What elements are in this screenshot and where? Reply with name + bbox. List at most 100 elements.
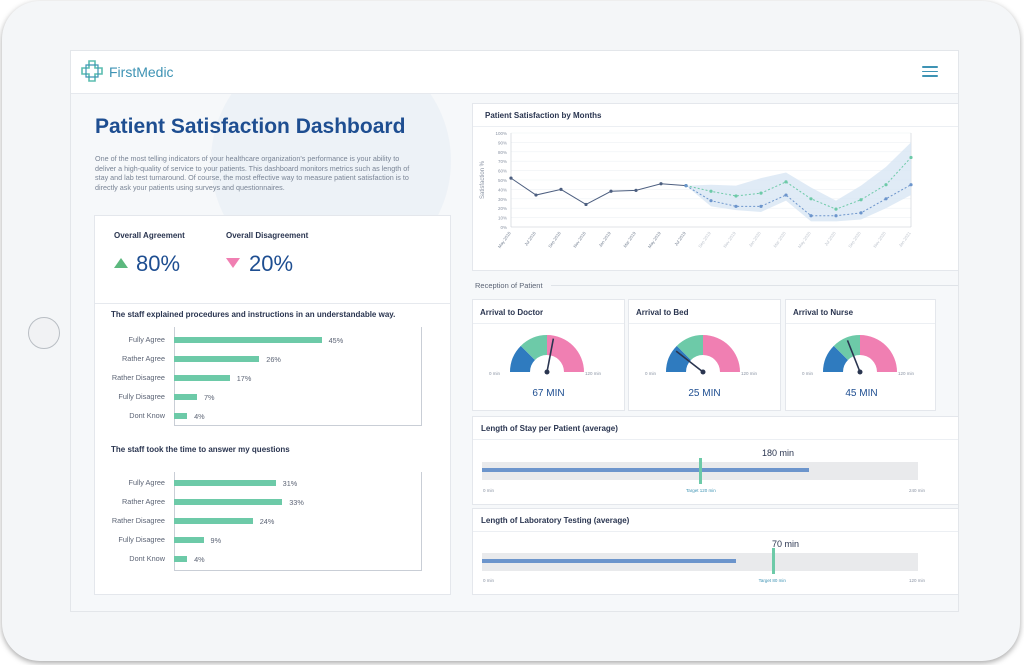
bar-category-label: Fully Disagree: [118, 392, 165, 401]
length-of-stay-max-label: 240 min: [909, 488, 926, 493]
x-tick-label: Nov 2018: [572, 230, 587, 248]
series-line: [510, 177, 687, 206]
lab-testing-title: Length of Laboratory Testing (average): [481, 516, 630, 525]
gauge-title-divider: [473, 323, 624, 324]
gauge-min-label: 0 min: [802, 371, 814, 376]
bar-mark: [174, 518, 253, 524]
data-point[interactable]: [834, 214, 838, 218]
gauge-value: 25 MIN: [688, 388, 721, 399]
home-button[interactable]: [28, 317, 60, 349]
data-point[interactable]: [784, 180, 788, 184]
x-tick-label: Jul 2018: [523, 230, 537, 247]
data-point[interactable]: [859, 198, 863, 202]
gauge-segment-high: [860, 335, 897, 372]
x-tick-label: Jan 2021: [898, 230, 913, 248]
data-point[interactable]: [559, 187, 563, 191]
triangle-up-icon: [114, 258, 128, 268]
overall-disagreement-label: Overall Disagreement: [226, 231, 309, 240]
bar-category-label: Dont Know: [129, 411, 165, 420]
bar-value-label: 9%: [210, 536, 222, 545]
gauge-min-label: 0 min: [645, 371, 657, 376]
x-tick-label: Sep 2018: [547, 230, 562, 248]
lab-testing-max-label: 120 min: [909, 578, 926, 583]
gauge-hub: [700, 369, 706, 375]
data-point[interactable]: [709, 189, 713, 193]
bar-value-label: 7%: [203, 393, 215, 402]
data-point[interactable]: [759, 191, 763, 195]
bar-category-label: Rather Disagree: [111, 516, 165, 525]
x-tick-label: May 2019: [647, 230, 662, 249]
data-point[interactable]: [784, 193, 788, 197]
lab-testing-target-label: Target 80 min: [758, 578, 786, 583]
gauge-title-divider: [786, 323, 935, 324]
data-point[interactable]: [584, 202, 588, 207]
gauge-hub: [857, 369, 863, 375]
dashboard-screen: FirstMedic Patient Satisfaction Dashboar…: [71, 51, 958, 611]
data-point[interactable]: [609, 189, 613, 193]
gauge-value: 67 MIN: [532, 388, 565, 399]
data-point[interactable]: [659, 182, 663, 186]
gauge-title-divider: [629, 323, 780, 324]
reception-section-title: Reception of Patient: [475, 281, 543, 290]
data-point[interactable]: [884, 197, 888, 201]
length-of-stay-title: Length of Stay per Patient (average): [481, 424, 618, 433]
bar-category-label: Rather Disagree: [111, 373, 165, 382]
data-point[interactable]: [884, 183, 888, 187]
gauge-min-label: 0 min: [489, 371, 501, 376]
gauge-value: 45 MIN: [845, 388, 878, 399]
gauge-max-label: 120 min: [741, 371, 758, 376]
gauge-hub: [544, 369, 550, 375]
hamburger-menu-icon[interactable]: [922, 66, 938, 77]
data-point[interactable]: [909, 183, 913, 187]
y-tick-label: 0%: [500, 225, 507, 230]
x-tick-label: Jul 2019: [673, 230, 687, 247]
data-point[interactable]: [734, 204, 738, 208]
satisfaction-line-chart: Satisfaction % 0% 10% 20% 30% 40% 50% 60% 70% 80%…: [480, 131, 913, 249]
bar-mark: [174, 556, 188, 562]
y-tick-label: 30%: [498, 197, 507, 202]
gauge-title: Arrival to Bed: [636, 308, 689, 317]
bar-category-label: Fully Agree: [128, 335, 165, 344]
data-point[interactable]: [534, 193, 538, 197]
data-point[interactable]: [909, 155, 913, 160]
data-point[interactable]: [734, 194, 738, 198]
data-point[interactable]: [859, 211, 863, 215]
data-point[interactable]: [834, 207, 838, 211]
bar-mark: [174, 375, 230, 381]
bar-value-label: 17%: [236, 374, 252, 383]
data-point[interactable]: [634, 188, 638, 192]
medical-cross-logo[interactable]: [81, 60, 103, 82]
y-tick-label: 90%: [498, 140, 507, 145]
data-point[interactable]: [759, 204, 763, 208]
gauge-title: Arrival to Doctor: [480, 308, 544, 317]
forecast-band: [686, 142, 911, 222]
bar-value-label: 31%: [282, 479, 298, 488]
length-of-stay-bar: [482, 468, 809, 472]
gauge-segment-high: [703, 335, 740, 372]
y-tick-label: 50%: [498, 178, 507, 183]
lab-testing-bar: [482, 559, 737, 563]
overall-agreement-value: 80%: [136, 251, 181, 276]
x-tick-label: Sep 2020: [847, 230, 862, 248]
top-bar: FirstMedic: [71, 51, 958, 94]
data-point[interactable]: [509, 176, 513, 180]
bar-category-label: Rather Agree: [122, 497, 165, 506]
kpi-divider: [95, 303, 450, 304]
length-of-stay-value: 180 min: [762, 448, 795, 458]
x-tick-label: May 2018: [497, 230, 512, 249]
data-point[interactable]: [709, 199, 713, 203]
bar-category-label: Fully Disagree: [118, 535, 165, 544]
lab-testing-divider: [473, 531, 958, 532]
brand-name[interactable]: FirstMedic: [109, 64, 174, 80]
triangle-down-icon: [226, 258, 240, 268]
x-tick-label: Mar 2019: [622, 230, 637, 248]
data-point[interactable]: [809, 214, 813, 218]
y-tick-label: 20%: [498, 206, 507, 211]
overall-agreement-label: Overall Agreement: [114, 231, 185, 240]
data-point[interactable]: [684, 184, 688, 188]
y-tick-label: 70%: [498, 159, 507, 164]
data-point[interactable]: [809, 197, 813, 201]
gauge-chart: [510, 335, 584, 375]
lab-testing-min-label: 0 min: [483, 578, 495, 583]
x-tick-label: Nov 2019: [722, 230, 737, 248]
